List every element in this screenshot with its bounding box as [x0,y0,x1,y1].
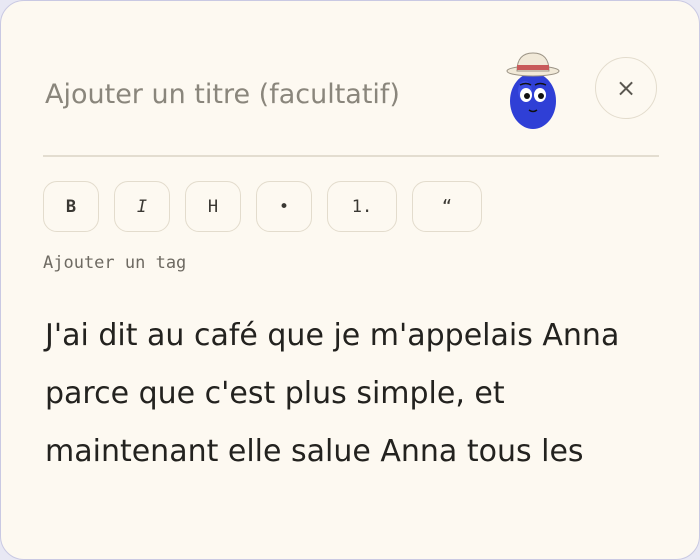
note-body-text[interactable]: J'ai dit au café que je m'appelais Anna … [45,307,665,481]
close-button[interactable]: × [595,57,657,119]
quote-button[interactable]: “ [412,181,482,232]
add-tag-link[interactable]: Ajouter un tag [43,253,186,273]
bold-button-label: B [65,196,77,217]
title-divider [43,155,659,157]
mascot-icon [506,52,560,129]
heading-button[interactable]: H [185,181,241,232]
numbered-list-button[interactable]: 1. [327,181,397,232]
title-input[interactable] [45,69,465,119]
quote-button-label: “ [441,196,453,217]
note-editor-card: × B I H • 1. “ Ajouter un tag J'ai dit a… [0,0,700,560]
bullet-list-button-label: • [278,196,290,217]
bullet-list-button[interactable]: • [256,181,312,232]
formatting-toolbar: B I H • 1. “ [43,181,482,233]
heading-button-label: H [207,196,219,217]
close-icon: × [615,74,637,102]
italic-button[interactable]: I [114,181,170,232]
bold-button[interactable]: B [43,181,99,232]
numbered-list-button-label: 1. [351,196,373,217]
italic-button-label: I [136,196,148,217]
